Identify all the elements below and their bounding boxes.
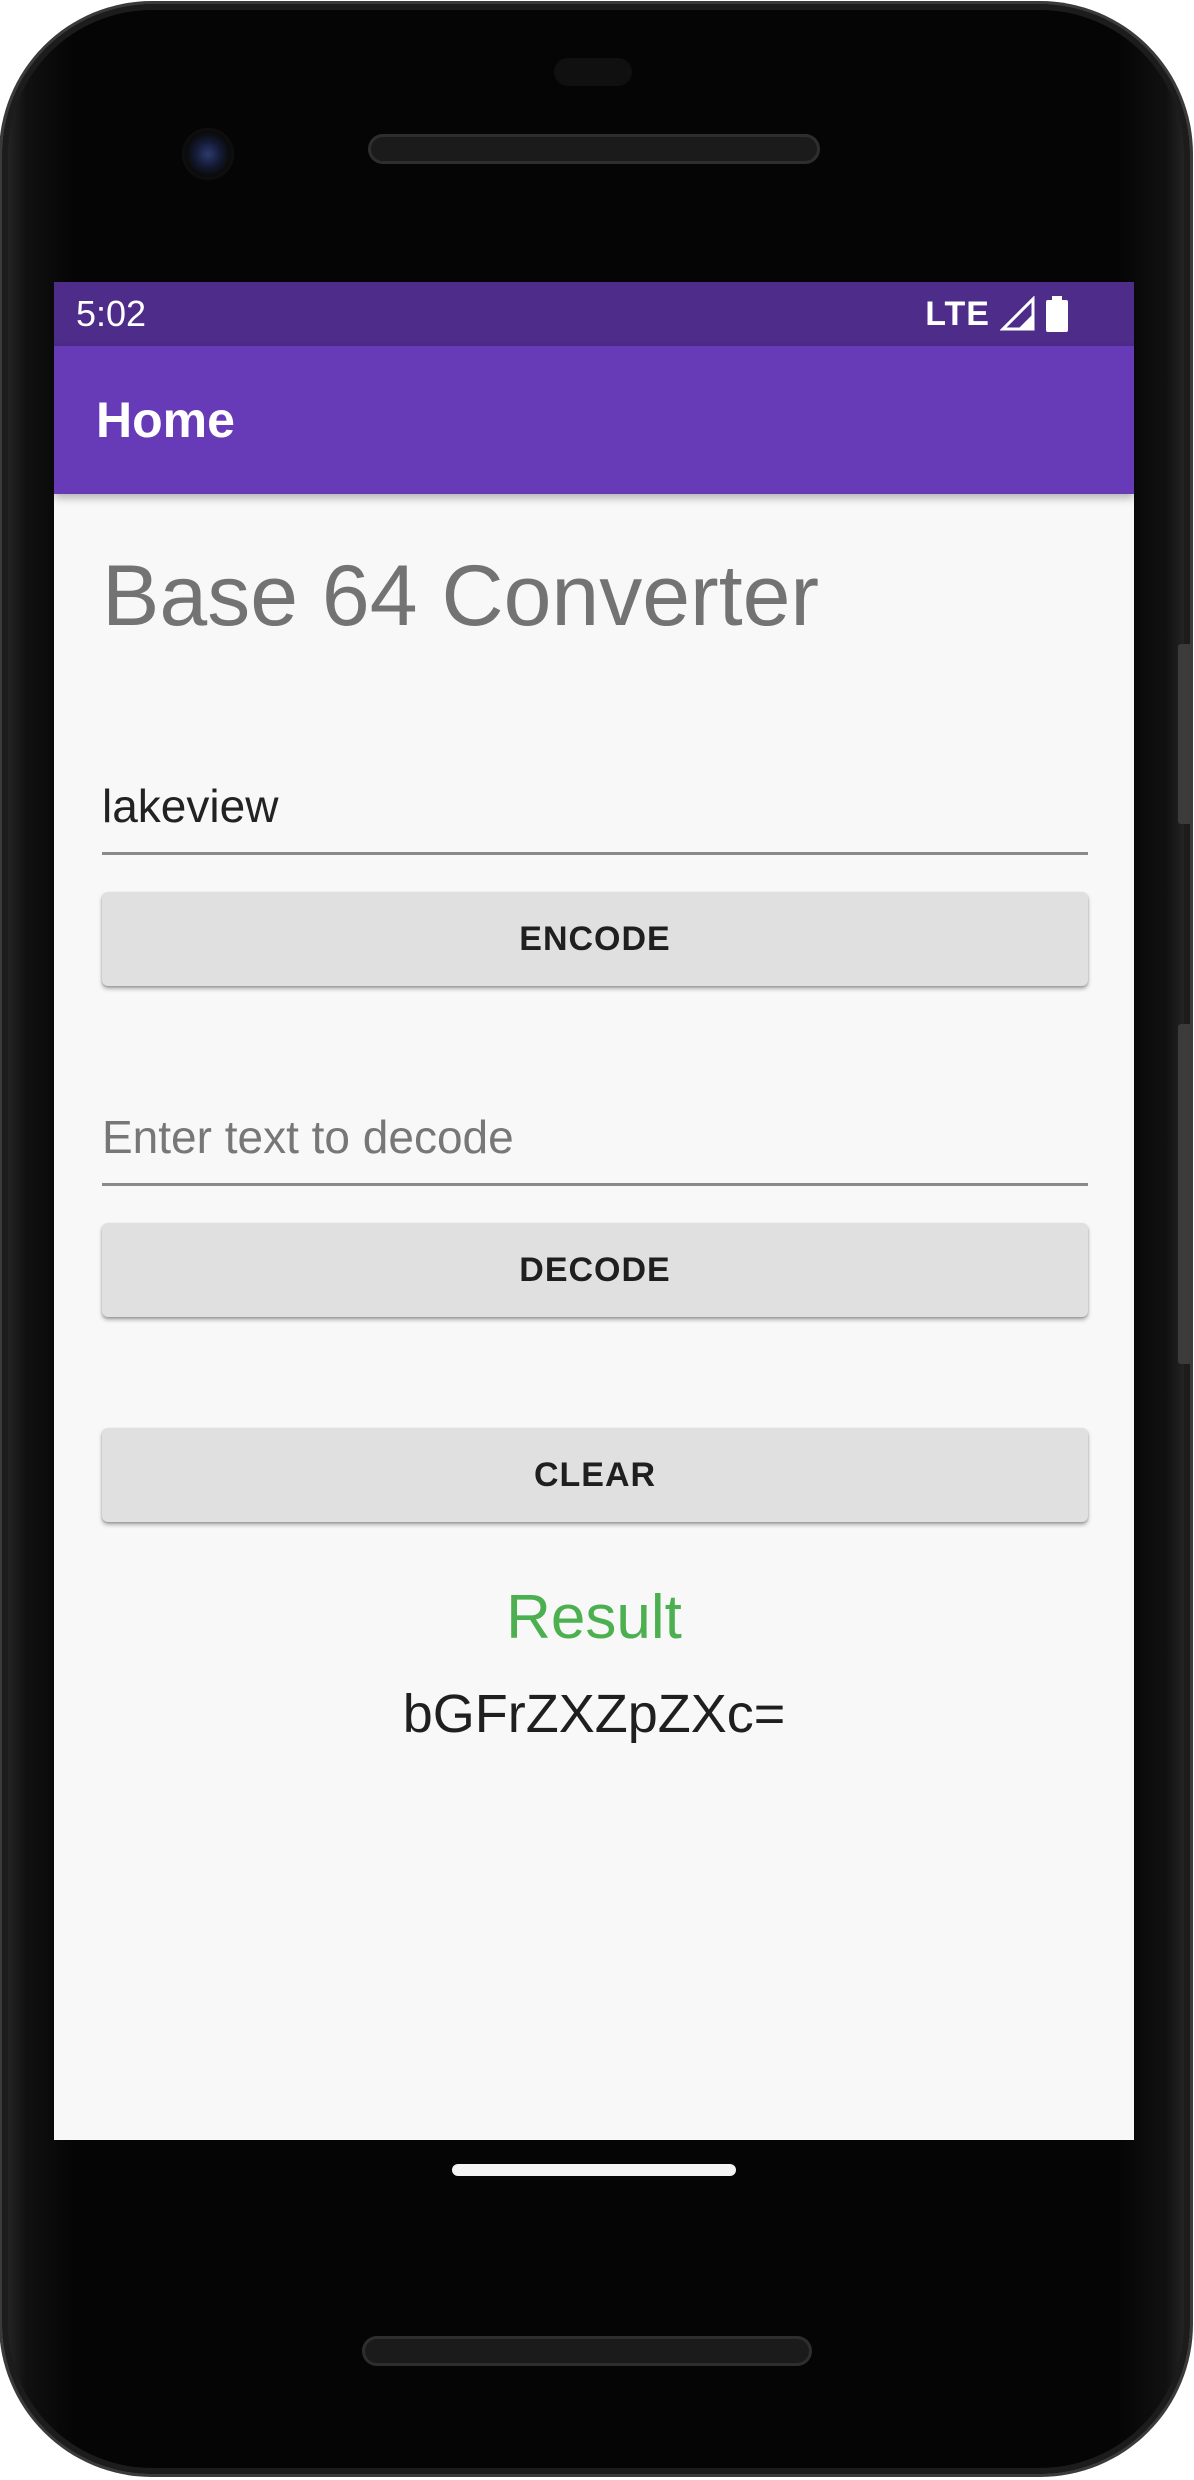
clear-button[interactable]: CLEAR	[102, 1428, 1088, 1522]
volume-button	[1178, 1024, 1190, 1364]
home-gesture-bar[interactable]	[452, 2164, 736, 2176]
app-title: Home	[96, 392, 235, 448]
power-button	[1178, 644, 1190, 824]
phone-frame: 5:02 LTE Home Base 64 Converter ENCODE	[2, 4, 1190, 2474]
status-icons: LTE	[925, 294, 1068, 334]
decode-field	[102, 1083, 1088, 1186]
decode-button[interactable]: DECODE	[102, 1223, 1088, 1317]
top-speaker	[368, 134, 820, 164]
status-time: 5:02	[76, 293, 147, 334]
decode-input[interactable]	[102, 1107, 1088, 1167]
app-screen: 5:02 LTE Home Base 64 Converter ENCODE	[54, 282, 1134, 2140]
encode-input[interactable]	[102, 776, 1088, 836]
network-type: LTE	[925, 295, 990, 333]
page-title: Base 64 Converter	[102, 548, 820, 644]
battery-icon	[1046, 296, 1068, 332]
status-bar: 5:02 LTE	[54, 282, 1134, 346]
result-value: bGFrZXZpZXc=	[402, 1684, 786, 1744]
proximity-sensor	[554, 58, 632, 86]
signal-icon	[1000, 296, 1035, 331]
result-label: Result	[506, 1583, 682, 1652]
encode-button[interactable]: ENCODE	[102, 892, 1088, 986]
encode-field	[102, 752, 1088, 855]
bottom-speaker	[362, 2336, 812, 2366]
app-bar: Home	[54, 346, 1134, 494]
front-camera-icon	[182, 128, 234, 180]
